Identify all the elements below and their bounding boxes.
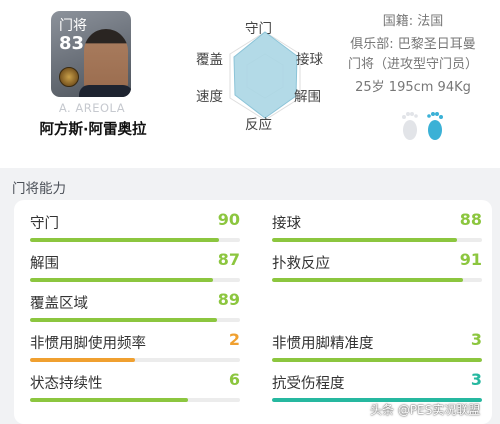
radar-area (233, 31, 298, 119)
player-card[interactable]: 门将 83 (51, 11, 131, 97)
player-shirt-image (79, 85, 131, 97)
stat-bar (30, 238, 240, 242)
stat-bar-fill (272, 358, 482, 362)
radar-label-bottom: 反应 (245, 117, 272, 133)
stat-label: 覆盖区域 (30, 296, 88, 312)
goalkeeper-stats-panel: 守门 90 接球 88 解围 87 扑救反应 91 覆盖区域 89 非惯用脚使用… (14, 200, 492, 424)
stat-label: 非惯用脚使用频率 (30, 336, 146, 352)
player-english-name: A. AREOLA (58, 101, 126, 115)
stat-bar-fill (30, 238, 219, 242)
player-header: 门将 83 A. AREOLA 阿方斯·阿雷奥拉 守门 接球 解围 反应 速度 … (0, 0, 500, 168)
stat-value: 6 (228, 370, 240, 389)
stat-value: 2 (228, 330, 240, 349)
stat-value: 88 (459, 210, 482, 229)
radar-label-left-bottom: 速度 (196, 89, 223, 105)
stat-label: 抗受伤程度 (272, 376, 345, 392)
stat-bar (30, 398, 240, 402)
stat-bar-fill (30, 358, 135, 362)
stat-row: 非惯用脚精准度 3 (272, 326, 482, 362)
card-position: 门将 (59, 18, 87, 34)
stat-row: 解围 87 (30, 246, 240, 282)
stat-label: 扑救反应 (272, 256, 330, 272)
player-physical: 25岁 195cm 94Kg (355, 80, 471, 95)
stat-bar-fill (30, 278, 213, 282)
stat-bar-fill (272, 278, 464, 282)
radar-label-right-top: 接球 (296, 52, 323, 68)
stat-label: 解围 (30, 256, 59, 272)
radar-label-right-bottom: 解围 (294, 89, 321, 105)
stat-bar-fill (272, 238, 457, 242)
stat-value: 89 (217, 290, 240, 309)
stat-row: 扑救反应 91 (272, 246, 482, 282)
stat-bar (30, 278, 240, 282)
player-playing-style: 门将（进攻型守门员） (347, 57, 478, 72)
feet-preference-icon (398, 110, 448, 146)
stat-bar (272, 238, 482, 242)
radar-label-top: 守门 (245, 21, 272, 37)
radar-label-left-top: 覆盖 (196, 52, 223, 68)
stat-bar (30, 358, 240, 362)
card-rating: 83 (59, 33, 85, 54)
stat-bar-fill (30, 318, 217, 322)
ability-radar: 守门 接球 解围 反应 速度 覆盖 (190, 12, 340, 142)
stat-bar (272, 278, 482, 282)
stat-value: 87 (217, 250, 240, 269)
stat-bar-fill (30, 398, 188, 402)
section-title: 门将能力 (12, 181, 66, 197)
player-level-badge-icon (59, 67, 79, 87)
stat-bar (272, 358, 482, 362)
stat-row: 守门 90 (30, 206, 240, 242)
stat-label: 非惯用脚精准度 (272, 336, 374, 352)
watermark: 头条 @PES实况联盟 (370, 403, 481, 417)
stat-bar (30, 318, 240, 322)
stat-label: 守门 (30, 216, 59, 232)
stat-value: 91 (459, 250, 482, 269)
player-nationality: 国籍: 法国 (382, 14, 444, 29)
stat-row: 抗受伤程度 3 (272, 366, 482, 402)
stat-row: 接球 88 (272, 206, 482, 242)
stat-label: 状态持续性 (30, 376, 103, 392)
stat-row: 状态持续性 6 (30, 366, 240, 402)
stat-label: 接球 (272, 216, 301, 232)
stat-row: 覆盖区域 89 (30, 286, 240, 322)
player-face-image (84, 29, 128, 93)
stat-value: 3 (470, 370, 482, 389)
stat-value: 90 (217, 210, 240, 229)
stat-value: 3 (470, 330, 482, 349)
stat-row: 非惯用脚使用频率 2 (30, 326, 240, 362)
player-chinese-name: 阿方斯·阿雷奥拉 (39, 122, 147, 138)
player-club: 俱乐部: 巴黎圣日耳曼 (350, 37, 476, 52)
